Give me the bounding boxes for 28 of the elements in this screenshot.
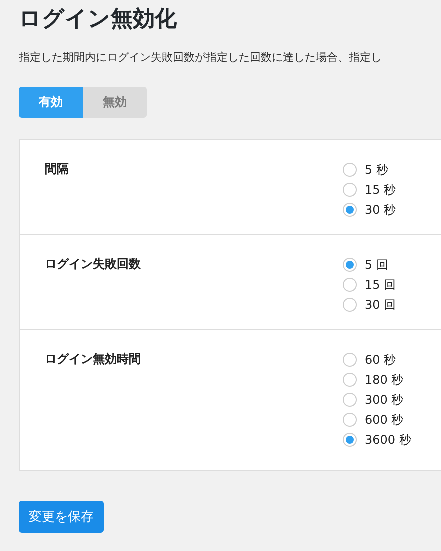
description-text: 指定した期間内にログイン失敗回数が指定した回数に達した場合、指定し [19, 50, 383, 66]
radio-button[interactable] [343, 203, 357, 217]
radio-label[interactable]: 300 秒 [365, 392, 404, 408]
setting-label: 間隔 [45, 161, 70, 178]
radio-button[interactable] [343, 278, 357, 292]
radio-button[interactable] [343, 353, 357, 367]
radio-label[interactable]: 5 秒 [365, 162, 388, 178]
setting-label: ログイン失敗回数 [45, 256, 142, 273]
setting-label: ログイン無効時間 [45, 351, 142, 368]
page-title: ログイン無効化 [19, 6, 178, 34]
radio-button[interactable] [343, 433, 357, 447]
radio-label[interactable]: 15 秒 [365, 182, 396, 198]
radio-label[interactable]: 3600 秒 [365, 432, 412, 448]
radio-label[interactable]: 15 回 [365, 276, 396, 294]
radio-label[interactable]: 180 秒 [365, 372, 404, 388]
radio-label[interactable]: 5 回 [365, 256, 388, 274]
radio-button[interactable] [343, 393, 357, 407]
radio-button[interactable] [343, 183, 357, 197]
radio-button[interactable] [343, 258, 357, 272]
radio-label[interactable]: 600 秒 [365, 412, 404, 428]
radio-label[interactable]: 30 回 [365, 296, 396, 314]
radio-button[interactable] [343, 373, 357, 387]
save-button[interactable]: 変更を保存 [19, 501, 104, 533]
radio-button[interactable] [343, 413, 357, 427]
radio-label[interactable]: 60 秒 [365, 352, 396, 368]
radio-button[interactable] [343, 163, 357, 177]
radio-label[interactable]: 30 秒 [365, 202, 396, 218]
radio-button[interactable] [343, 298, 357, 312]
